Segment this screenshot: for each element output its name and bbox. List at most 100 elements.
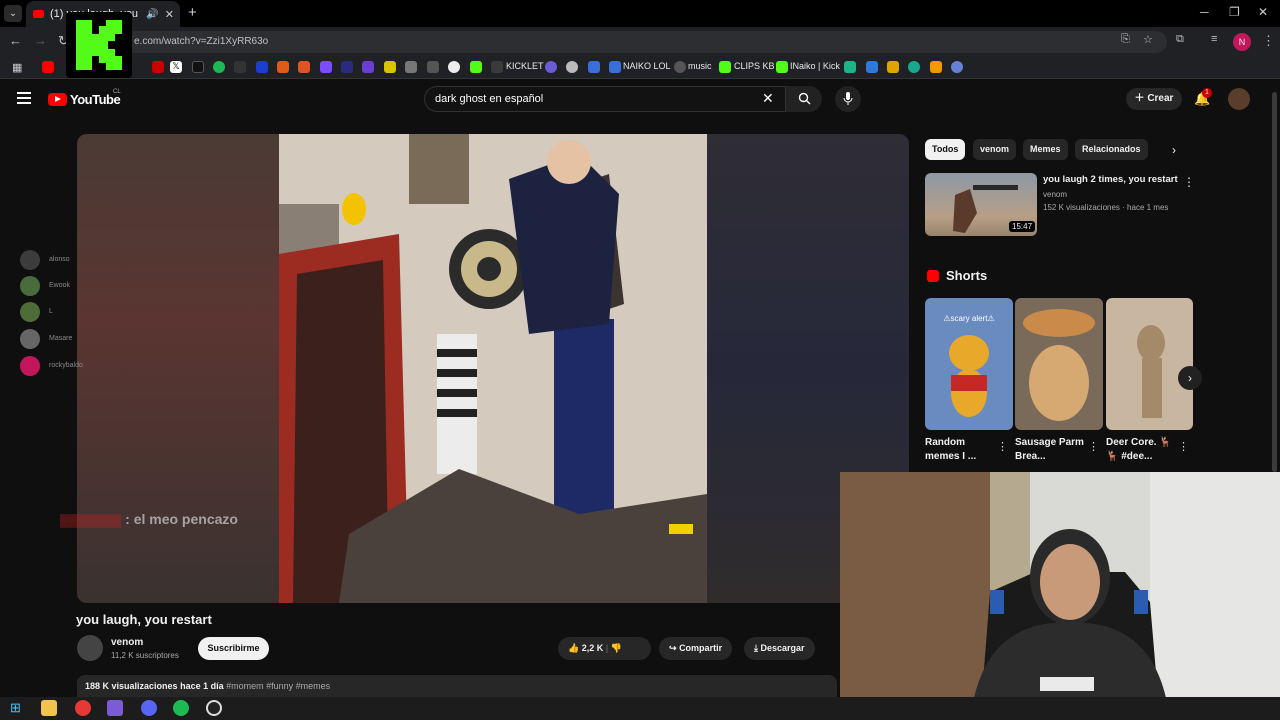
channel-avatar[interactable] [77,635,103,661]
tab-search-button[interactable]: ⌄ [4,5,22,22]
chrome-menu-icon[interactable]: ⋮ [1262,33,1275,49]
more-options-icon[interactable]: ⋮ [1088,440,1099,453]
app-icon[interactable] [107,700,123,716]
more-options-icon[interactable]: ⋮ [997,440,1008,453]
bookmark-icon[interactable] [42,61,54,73]
close-tab-icon[interactable]: ✕ [165,8,180,21]
minimize-button[interactable]: ─ [1200,5,1209,19]
chips-next-chevron-icon[interactable]: › [1172,143,1176,157]
shorts-icon [927,270,939,282]
kick-icon[interactable] [470,61,482,73]
back-icon[interactable]: ← [9,33,22,48]
tiktok-icon[interactable] [192,61,204,73]
thumbs-down-icon[interactable]: 👎 [611,643,622,653]
discord-icon[interactable] [141,700,157,716]
bookmark-icon[interactable] [405,61,417,73]
menu-hamburger-icon[interactable] [17,92,31,104]
bookmark-icon[interactable] [930,61,942,73]
kicklet-icon[interactable] [491,61,503,73]
bookmark-icon[interactable] [320,61,332,73]
youtube-logo[interactable]: YouTube [48,92,121,107]
short-thumbnail[interactable] [1106,298,1193,430]
bookmark-icon[interactable] [341,61,353,73]
bookmark-icon[interactable] [545,61,557,73]
bookmark-icon[interactable] [609,61,621,73]
search-button[interactable] [786,86,822,112]
chip-memes[interactable]: Memes [1023,139,1068,160]
media-control-icon[interactable]: ≡ [1211,33,1217,45]
short-thumbnail[interactable]: ⚠scary alert⚠ [925,298,1013,430]
short-thumbnail[interactable] [1015,298,1103,430]
chip-relacionados[interactable]: Relacionados [1075,139,1148,160]
forward-icon[interactable]: → [34,33,47,48]
bookmark-icon[interactable] [384,61,396,73]
like-button[interactable]: 👍 2,2 K [568,643,603,653]
chip-todos[interactable]: Todos [925,139,966,160]
install-icon[interactable]: ⎘ [1121,33,1130,46]
bookmark-icon[interactable] [951,61,963,73]
kick-icon[interactable] [776,61,788,73]
bookmark-clips-kb[interactable]: CLIPS KB [734,61,775,71]
short-title[interactable]: Deer Core. 🦌 🦌 #dee... [1106,436,1176,464]
speaker-icon[interactable]: 🔊 [146,9,158,20]
more-options-icon[interactable]: ⋮ [1178,440,1189,453]
clear-search-icon[interactable]: ✕ [762,90,774,107]
bookmark-icon[interactable] [256,61,268,73]
bookmark-star-icon[interactable]: ☆ [1143,33,1153,46]
profile-avatar[interactable]: N [1233,33,1251,51]
thumbs-up-icon: 👍 [568,643,580,653]
spotify-icon[interactable] [213,61,225,73]
voice-search-button[interactable] [835,86,861,112]
bookmark-icon[interactable] [298,61,310,73]
extensions-icon[interactable]: ⧉ [1176,33,1184,46]
more-options-icon[interactable]: ⋮ [1183,175,1195,189]
bookmark-icon[interactable] [427,61,439,73]
bookmark-icon[interactable] [588,61,600,73]
bookmark-icon[interactable] [448,61,460,73]
obs-icon[interactable] [206,700,222,716]
bookmark-kicklet[interactable]: KICKLET [506,61,544,71]
description-box[interactable]: 188 K visualizaciones hace 1 día #momem … [77,675,837,697]
search-input[interactable]: dark ghost en español [424,86,786,112]
new-tab-button[interactable]: + [188,4,197,21]
subscribe-button[interactable]: Suscribirme [198,637,269,660]
bookmark-icon[interactable] [277,61,289,73]
file-explorer-icon[interactable] [41,700,57,716]
bookmark-icon[interactable] [152,61,164,73]
spotify-icon[interactable] [173,700,189,716]
shorts-next-chevron-icon[interactable]: › [1178,366,1202,390]
share-button[interactable]: ↪ Compartir [659,637,733,660]
bookmark-icon[interactable] [866,61,878,73]
short-title[interactable]: Sausage Parm Brea... [1015,436,1085,464]
chrome-icon[interactable] [75,700,91,716]
bookmark-naiko-lol[interactable]: NAIKO LOL [623,61,671,71]
windows-start-icon[interactable]: ⊞ [10,700,26,716]
page-scrollbar[interactable] [1272,92,1277,472]
bookmark-icon[interactable] [566,61,578,73]
music-icon[interactable] [674,61,686,73]
chat-message: ▓▓▓▓▓▓▓ : el meo pencazo [60,511,238,527]
hashtags[interactable]: #momem #funny #memes [226,681,330,691]
account-avatar[interactable] [1228,88,1250,110]
kick-icon[interactable] [719,61,731,73]
address-bar[interactable]: e.com/watch?v=Zzi1XyRR63o [72,31,1167,53]
recommended-channel[interactable]: venom [1043,190,1067,199]
bookmark-icon[interactable] [908,61,920,73]
bookmark-music[interactable]: music [688,61,712,71]
bookmark-icon[interactable] [234,61,246,73]
x-icon[interactable]: 𝕏 [170,61,182,73]
bookmark-inaiko-kick[interactable]: INaiko | Kick [790,61,840,71]
close-window-button[interactable]: ✕ [1258,5,1268,19]
maximize-button[interactable]: ❐ [1229,5,1240,19]
download-button[interactable]: ⤓ Descargar [744,637,815,660]
bookmark-icon[interactable] [362,61,374,73]
bookmark-icon[interactable] [844,61,856,73]
create-button[interactable]: ＋ Crear [1126,88,1182,110]
apps-grid-icon[interactable]: ▦ [12,61,22,74]
bookmark-icon[interactable] [887,61,899,73]
recommended-title[interactable]: you laugh 2 times, you restart [1043,174,1183,185]
short-title[interactable]: Random memes I ... [925,436,995,464]
channel-name[interactable]: venom [111,637,143,648]
video-player[interactable] [77,134,909,603]
chip-venom[interactable]: venom [973,139,1017,160]
